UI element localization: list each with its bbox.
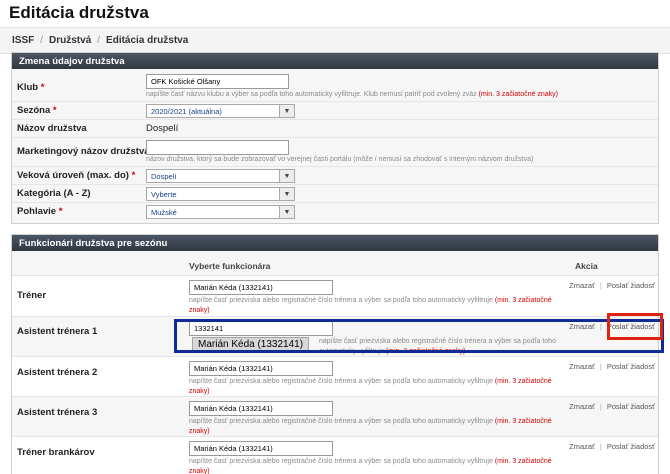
marketing-name-hint: názov družstva, ktorý sa bude zobrazovať… bbox=[146, 156, 534, 163]
team-details-header: Zmena údajov družstva bbox=[12, 53, 658, 69]
send-request-button[interactable]: Poslať žiadosť bbox=[607, 402, 655, 411]
official-actions: Zmazať | Poslať žiadosť bbox=[569, 442, 655, 451]
category-select[interactable]: Vyberte ▼ bbox=[146, 187, 295, 201]
delete-button[interactable]: Zmazať bbox=[569, 362, 595, 371]
officials-table-header: Vyberte funkcionára Akcia bbox=[12, 251, 658, 276]
season-label: Sezóna * bbox=[17, 105, 57, 116]
breadcrumb: ISSF / Družstvá / Editácia družstva bbox=[0, 27, 670, 54]
official-role-label: Asistent trénera 3 bbox=[17, 407, 98, 418]
page-title: Editácia družstva bbox=[9, 3, 149, 22]
chevron-down-icon: ▼ bbox=[279, 105, 294, 117]
breadcrumb-item-current: Editácia družstva bbox=[106, 35, 189, 46]
marketing-name-label: Marketingový názov družstva bbox=[17, 146, 150, 157]
delete-button[interactable]: Zmazať bbox=[569, 402, 595, 411]
breadcrumb-separator: / bbox=[40, 35, 44, 46]
official-role-label: Asistent trénera 2 bbox=[17, 367, 98, 378]
official-input-assistant-3[interactable]: Marián Kéda (1332141) bbox=[189, 401, 333, 416]
club-label: Klub * bbox=[17, 82, 45, 93]
official-input-goalkeeper-trainer[interactable]: Marián Kéda (1332141) bbox=[189, 441, 333, 456]
delete-button[interactable]: Zmazať bbox=[569, 281, 595, 290]
officials-header: Funkcionári družstva pre sezónu bbox=[12, 235, 658, 251]
marketing-name-input[interactable] bbox=[146, 140, 289, 155]
delete-button[interactable]: Zmazať bbox=[569, 442, 595, 451]
breadcrumb-separator: / bbox=[97, 35, 101, 46]
age-level-row: Veková úroveň (max. do) * Dospelí ▼ bbox=[12, 167, 658, 185]
team-details-panel: Zmena údajov družstva Klub * OFK Košické… bbox=[11, 52, 659, 224]
season-row: Sezóna * 2020/2021 (aktuálna) ▼ bbox=[12, 102, 658, 120]
age-level-select[interactable]: Dospelí ▼ bbox=[146, 169, 295, 183]
club-row: Klub * OFK Košické Olšany napíšte časť n… bbox=[12, 69, 658, 102]
chevron-down-icon: ▼ bbox=[279, 188, 294, 200]
category-label: Kategória (A - Z) bbox=[17, 188, 91, 199]
age-level-label: Veková úroveň (max. do) * bbox=[17, 170, 136, 181]
send-request-button[interactable]: Poslať žiadosť bbox=[607, 442, 655, 451]
official-actions: Zmazať | Poslať žiadosť bbox=[569, 362, 655, 371]
gender-select[interactable]: Mužské ▼ bbox=[146, 205, 295, 219]
marketing-name-row: Marketingový názov družstva názov družst… bbox=[12, 138, 658, 167]
highlight-box-blue bbox=[174, 319, 664, 353]
chevron-down-icon: ▼ bbox=[279, 206, 294, 218]
club-hint: napíšte časť názvu klubu a výber sa podľ… bbox=[146, 91, 558, 98]
official-row-goalkeeper-trainer: Tréner brankárov Marián Kéda (1332141) n… bbox=[12, 437, 658, 474]
highlight-box-red bbox=[607, 313, 663, 340]
season-select[interactable]: 2020/2021 (aktuálna) ▼ bbox=[146, 104, 295, 118]
team-name-value: Dospelí bbox=[146, 123, 179, 134]
official-hint: napíšte časť priezviska alebo registračn… bbox=[189, 297, 552, 314]
club-input[interactable]: OFK Košické Olšany bbox=[146, 74, 289, 89]
chevron-down-icon: ▼ bbox=[279, 170, 294, 182]
team-name-label: Názov družstva bbox=[17, 123, 87, 134]
gender-row: Pohlavie * Mužské ▼ bbox=[12, 203, 658, 223]
official-actions: Zmazať | Poslať žiadosť bbox=[569, 402, 655, 411]
official-hint: napíšte časť priezviska alebo registračn… bbox=[189, 418, 552, 435]
team-name-row: Názov družstva Dospelí bbox=[12, 120, 658, 138]
official-row-trainer: Tréner Marián Kéda (1332141) napíšte čas… bbox=[12, 276, 658, 317]
column-header-action: Akcia bbox=[575, 261, 598, 271]
breadcrumb-item-issf[interactable]: ISSF bbox=[12, 35, 34, 46]
official-role-label: Tréner bbox=[17, 290, 47, 301]
official-row-assistant-3: Asistent trénera 3 Marián Kéda (1332141)… bbox=[12, 397, 658, 437]
column-header-official: Vyberte funkcionára bbox=[189, 261, 271, 271]
send-request-button[interactable]: Poslať žiadosť bbox=[607, 362, 655, 371]
official-hint: napíšte časť priezviska alebo registračn… bbox=[189, 458, 552, 474]
gender-label: Pohlavie * bbox=[17, 206, 63, 217]
official-input-trainer[interactable]: Marián Kéda (1332141) bbox=[189, 280, 333, 295]
official-row-assistant-2: Asistent trénera 2 Marián Kéda (1332141)… bbox=[12, 357, 658, 397]
breadcrumb-item-teams[interactable]: Družstvá bbox=[49, 35, 91, 46]
officials-panel: Funkcionári družstva pre sezónu Vyberte … bbox=[11, 234, 659, 474]
official-role-label: Tréner brankárov bbox=[17, 447, 95, 458]
official-actions: Zmazať | Poslať žiadosť bbox=[569, 281, 655, 290]
send-request-button[interactable]: Poslať žiadosť bbox=[607, 281, 655, 290]
category-row: Kategória (A - Z) Vyberte ▼ bbox=[12, 185, 658, 203]
official-hint: napíšte časť priezviska alebo registračn… bbox=[189, 378, 552, 395]
official-input-assistant-2[interactable]: Marián Kéda (1332141) bbox=[189, 361, 333, 376]
official-role-label: Asistent trénera 1 bbox=[17, 326, 98, 337]
